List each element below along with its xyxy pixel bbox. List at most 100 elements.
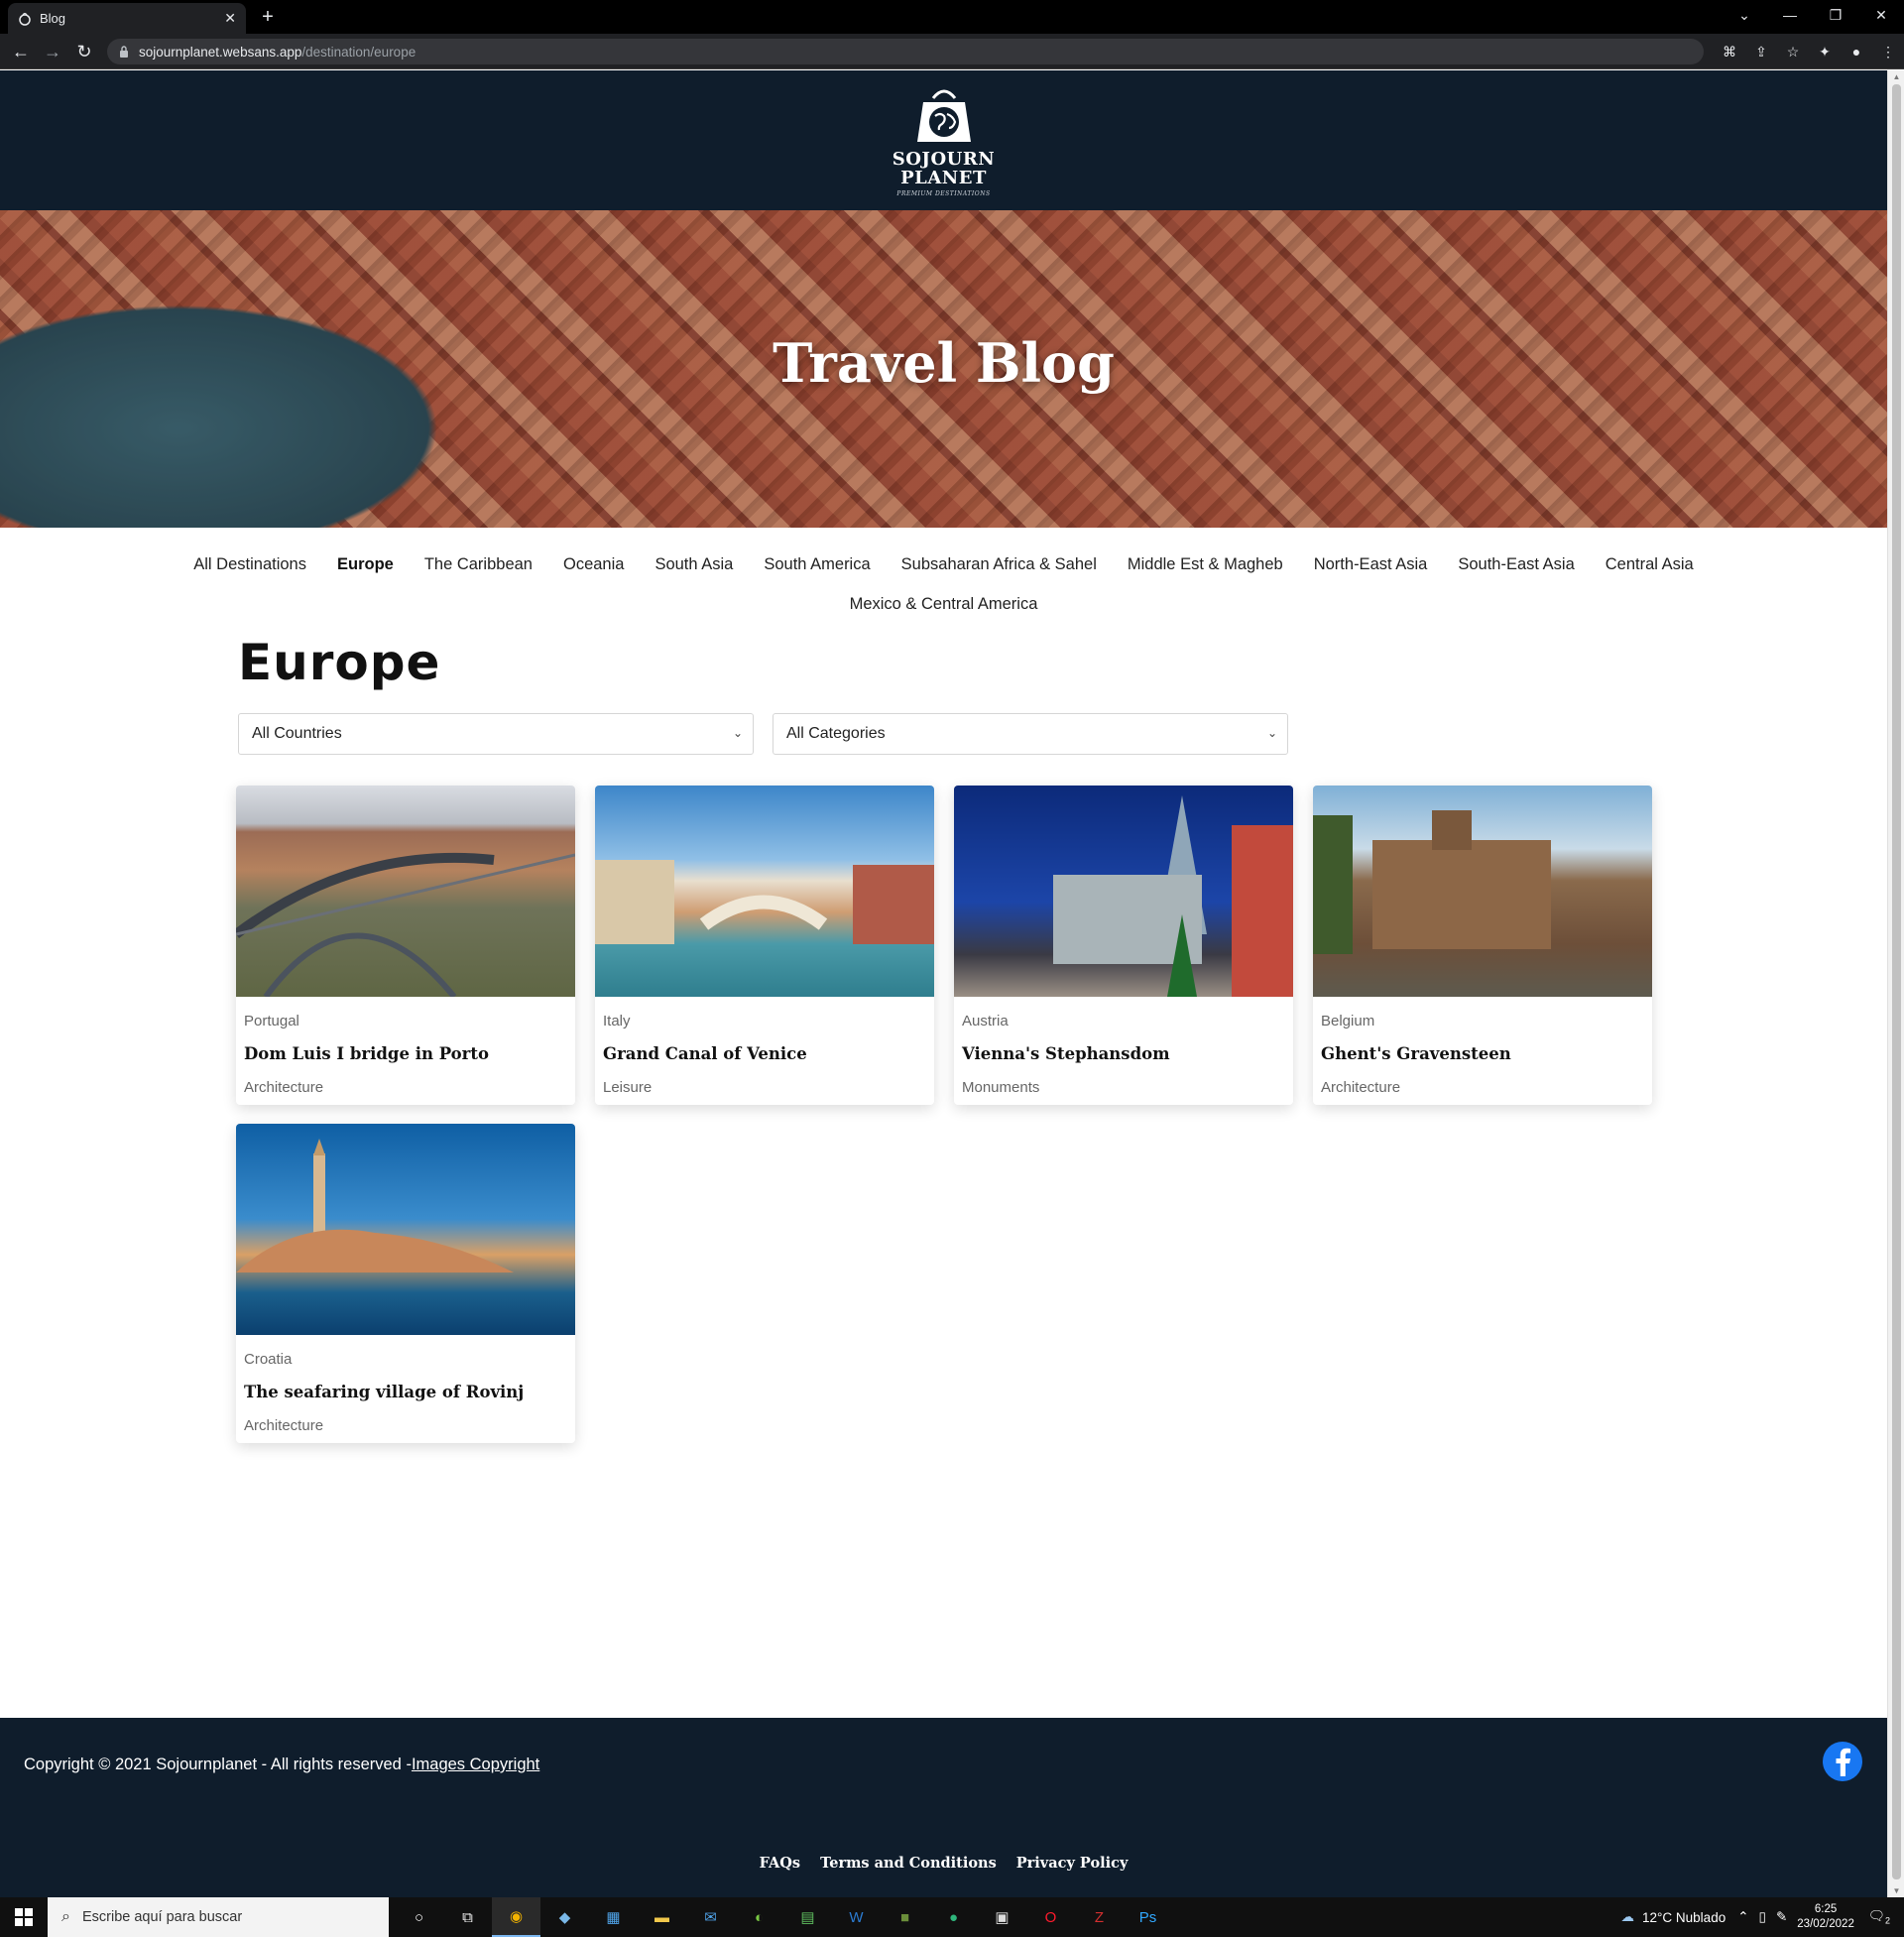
scroll-up-icon[interactable]: ▲ — [1892, 72, 1901, 81]
url-host: sojournplanet.websans.app — [139, 44, 302, 60]
chevron-up-icon[interactable]: ⌃ — [1737, 1909, 1748, 1925]
site-header: SOJOURN PLANET PREMIUM DESTINATIONS — [0, 70, 1887, 210]
file-explorer-icon[interactable]: ▬ — [638, 1897, 686, 1937]
hero-banner: Travel Blog — [0, 210, 1887, 528]
logo-wordmark: SOJOURN PLANET — [892, 149, 996, 188]
steam-icon[interactable]: ◆ — [540, 1897, 589, 1937]
scrollbar-thumb[interactable] — [1892, 84, 1901, 1879]
restore-icon[interactable]: ❐ — [1813, 0, 1858, 30]
taskbar-clock[interactable]: 6:25 23/02/2022 — [1797, 1902, 1854, 1932]
privacy-link[interactable]: Privacy Policy — [1016, 1855, 1129, 1872]
destination-link-europe[interactable]: Europe — [337, 545, 394, 584]
windows-taskbar: ⌕ Escribe aquí para buscar ○ ⧉ ◉ ◆ ▦ ▬ ✉… — [0, 1897, 1904, 1937]
site-logo[interactable]: SOJOURN PLANET PREMIUM DESTINATIONS — [880, 80, 1009, 204]
photoshop-icon[interactable]: Ps — [1124, 1897, 1172, 1937]
notifications-icon[interactable]: 🗨2 — [1868, 1908, 1890, 1926]
bookmark-star-icon[interactable]: ☆ — [1777, 39, 1809, 64]
cortana-icon[interactable]: ○ — [395, 1897, 443, 1937]
post-title[interactable]: Grand Canal of Venice — [603, 1044, 807, 1063]
post-card[interactable]: Belgium Ghent's Gravensteen Architecture — [1313, 786, 1652, 1105]
post-title[interactable]: Vienna's Stephansdom — [962, 1044, 1170, 1063]
weather-text[interactable]: 12°C Nublado — [1642, 1910, 1726, 1925]
destination-link-south-east-asia[interactable]: South-East Asia — [1458, 545, 1574, 584]
translate-icon[interactable]: ⌘ — [1714, 39, 1745, 64]
post-category: Leisure — [603, 1079, 653, 1096]
profile-avatar-icon[interactable]: ● — [1841, 39, 1872, 64]
destination-link-south-asia[interactable]: South Asia — [654, 545, 733, 584]
weather-cloud-icon[interactable]: ☁ — [1621, 1909, 1635, 1925]
country-filter-select[interactable]: All Countries ⌄ — [238, 713, 754, 755]
country-filter-value: All Countries — [252, 725, 342, 742]
reload-icon[interactable]: ↻ — [73, 41, 95, 62]
scroll-down-icon[interactable]: ▼ — [1892, 1886, 1901, 1895]
post-title[interactable]: Dom Luis I bridge in Porto — [244, 1044, 489, 1063]
taskbar-search-placeholder: Escribe aquí para buscar — [81, 1909, 243, 1925]
post-card[interactable]: Portugal Dom Luis I bridge in Porto Arch… — [236, 786, 575, 1105]
post-image-porto-bridge — [236, 786, 575, 997]
post-title[interactable]: The seafaring village of Rovinj — [244, 1383, 524, 1401]
globe-bag-logo-icon — [916, 89, 971, 142]
pen-icon[interactable]: ✎ — [1776, 1909, 1787, 1925]
back-icon[interactable]: ← — [10, 41, 32, 62]
share-icon[interactable]: ⇪ — [1745, 39, 1777, 64]
task-view-icon[interactable]: ⧉ — [443, 1897, 492, 1937]
tab-title: Blog — [40, 11, 66, 26]
menu-icon[interactable]: ⋮ — [1872, 39, 1904, 64]
facebook-icon[interactable] — [1823, 1742, 1862, 1781]
address-bar[interactable]: sojournplanet.websans.app/destination/eu… — [107, 39, 1704, 64]
mail-icon[interactable]: ✉ — [686, 1897, 735, 1937]
app-icon[interactable]: ◐ — [735, 1897, 783, 1937]
destination-link-south-america[interactable]: South America — [764, 545, 870, 584]
chevron-down-icon: ⌄ — [732, 726, 743, 740]
extensions-icon[interactable]: ✦ — [1809, 39, 1841, 64]
faqs-link[interactable]: FAQs — [760, 1855, 801, 1872]
post-country: Croatia — [244, 1351, 293, 1368]
tab-search-icon[interactable]: ⌄ — [1722, 0, 1767, 30]
images-copyright-link[interactable]: Images Copyright — [412, 1755, 539, 1773]
word-icon[interactable]: W — [832, 1897, 881, 1937]
post-card[interactable]: Croatia The seafaring village of Rovinj … — [236, 1124, 575, 1443]
copyright-text: Copyright © 2021 Sojournplanet - All rig… — [24, 1755, 540, 1773]
filezilla-icon[interactable]: Z — [1075, 1897, 1124, 1937]
post-card[interactable]: Italy Grand Canal of Venice Leisure — [595, 786, 934, 1105]
page-scrollbar[interactable]: ▲ ▼ — [1887, 70, 1904, 1897]
post-title[interactable]: Ghent's Gravensteen — [1321, 1044, 1511, 1063]
category-filter-select[interactable]: All Categories ⌄ — [773, 713, 1288, 755]
post-category: Monuments — [962, 1079, 1040, 1096]
taskbar-search-box[interactable]: ⌕ Escribe aquí para buscar — [48, 1897, 389, 1937]
post-country: Austria — [962, 1013, 1009, 1029]
destination-nav: All Destinations Europe The Caribbean Ocean… — [0, 545, 1887, 624]
windows-start-icon[interactable] — [0, 1897, 48, 1937]
new-tab-button[interactable]: + — [256, 6, 280, 30]
notepad-icon[interactable]: ▤ — [783, 1897, 832, 1937]
globe-app-icon[interactable]: ● — [929, 1897, 978, 1937]
destination-link-all-destinations[interactable]: All Destinations — [193, 545, 306, 584]
page-viewport: SOJOURN PLANET PREMIUM DESTINATIONS Trav… — [0, 70, 1887, 1897]
logo-tagline: PREMIUM DESTINATIONS — [896, 190, 991, 197]
destination-link-oceania[interactable]: Oceania — [563, 545, 624, 584]
close-window-icon[interactable]: ✕ — [1858, 0, 1904, 30]
epic-games-icon[interactable]: ▣ — [978, 1897, 1026, 1937]
post-card[interactable]: Austria Vienna's Stephansdom Monuments — [954, 786, 1293, 1105]
terms-link[interactable]: Terms and Conditions — [820, 1855, 997, 1872]
battery-icon[interactable]: ▯ — [1759, 1909, 1766, 1925]
chrome-icon[interactable]: ◉ — [492, 1897, 540, 1937]
site-favicon-icon — [19, 12, 31, 26]
destination-link-mexico-central-america[interactable]: Mexico & Central America — [850, 584, 1038, 624]
opera-icon[interactable]: O — [1026, 1897, 1075, 1937]
lock-icon — [120, 46, 128, 58]
post-country: Belgium — [1321, 1013, 1375, 1029]
category-filter-value: All Categories — [786, 725, 886, 742]
forward-icon[interactable]: → — [42, 41, 63, 62]
destination-link-middle-est-magheb[interactable]: Middle Est & Magheb — [1128, 545, 1283, 584]
destination-link-central-asia[interactable]: Central Asia — [1606, 545, 1694, 584]
destination-link-the-caribbean[interactable]: The Caribbean — [424, 545, 533, 584]
close-tab-icon[interactable]: ✕ — [224, 10, 236, 27]
browser-tab[interactable]: Blog ✕ — [8, 3, 246, 34]
minecraft-icon[interactable]: ■ — [881, 1897, 929, 1937]
store-icon[interactable]: ▦ — [589, 1897, 638, 1937]
minimize-icon[interactable]: — — [1767, 0, 1813, 30]
destination-link-subsaharan-africa-sahel[interactable]: Subsaharan Africa & Sahel — [901, 545, 1097, 584]
destination-link-north-east-asia[interactable]: North-East Asia — [1314, 545, 1428, 584]
post-category: Architecture — [244, 1417, 324, 1434]
